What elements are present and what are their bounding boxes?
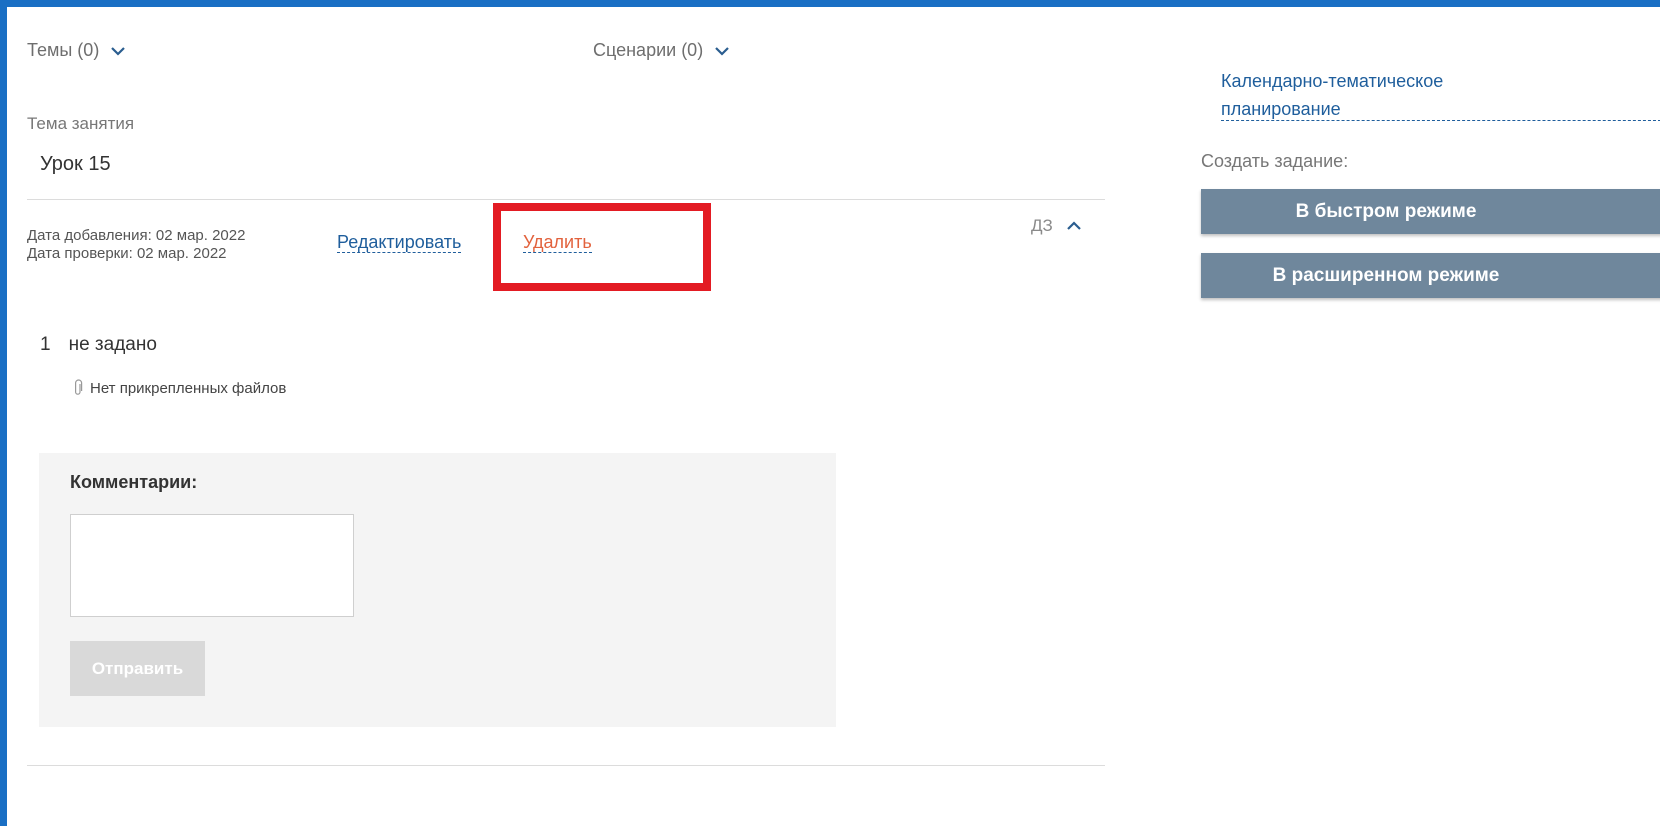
scenarios-dropdown[interactable]: Сценарии (0) <box>593 40 731 61</box>
task-number: 1 <box>40 334 51 355</box>
comment-input[interactable] <box>70 514 354 617</box>
task-text: не задано <box>68 334 157 355</box>
delete-highlight-box <box>493 203 711 291</box>
scenarios-dropdown-label: Сценарии (0) <box>593 40 704 60</box>
chevron-down-icon <box>715 46 729 56</box>
date-added: Дата добавления: 02 мар. 2022 <box>27 227 246 244</box>
attachments-info: Нет прикрепленных файлов <box>72 379 286 397</box>
divider <box>27 199 1105 200</box>
date-checked: Дата проверки: 02 мар. 2022 <box>27 245 227 262</box>
topics-dropdown[interactable]: Темы (0) <box>27 40 127 61</box>
send-button[interactable]: Отправить <box>70 641 205 696</box>
attachments-text: Нет прикрепленных файлов <box>90 379 287 397</box>
lesson-topic-caption: Тема занятия <box>27 114 135 133</box>
comments-panel: Комментарии: Отправить <box>39 453 836 727</box>
homework-toggle[interactable]: ДЗ <box>1031 216 1083 236</box>
homework-section-label: ДЗ <box>1031 216 1053 235</box>
planning-link-underline <box>1221 120 1660 121</box>
lesson-topic-value: Урок 15 <box>40 153 111 175</box>
create-task-label: Создать задание: <box>1201 151 1349 171</box>
edit-link[interactable]: Редактировать <box>337 232 462 253</box>
chevron-down-icon <box>111 46 126 56</box>
paperclip-icon <box>75 379 83 395</box>
comments-title: Комментарии: <box>70 472 198 492</box>
quick-mode-button-label: В быстром режиме <box>1295 200 1477 222</box>
chevron-up-icon <box>1067 221 1081 230</box>
homework-dates: Дата добавления: 02 мар. 2022 Дата прове… <box>27 227 245 263</box>
quick-mode-button[interactable]: В быстром режиме <box>1201 189 1660 234</box>
topics-dropdown-label: Темы (0) <box>27 40 100 60</box>
task-item: 1 не задано <box>40 334 157 356</box>
planning-link[interactable]: Календарно-тематическое планирование <box>1221 71 1443 119</box>
divider <box>27 765 1105 766</box>
extended-mode-button-label: В расширенном режиме <box>1272 264 1500 286</box>
extended-mode-button[interactable]: В расширенном режиме <box>1201 253 1660 298</box>
